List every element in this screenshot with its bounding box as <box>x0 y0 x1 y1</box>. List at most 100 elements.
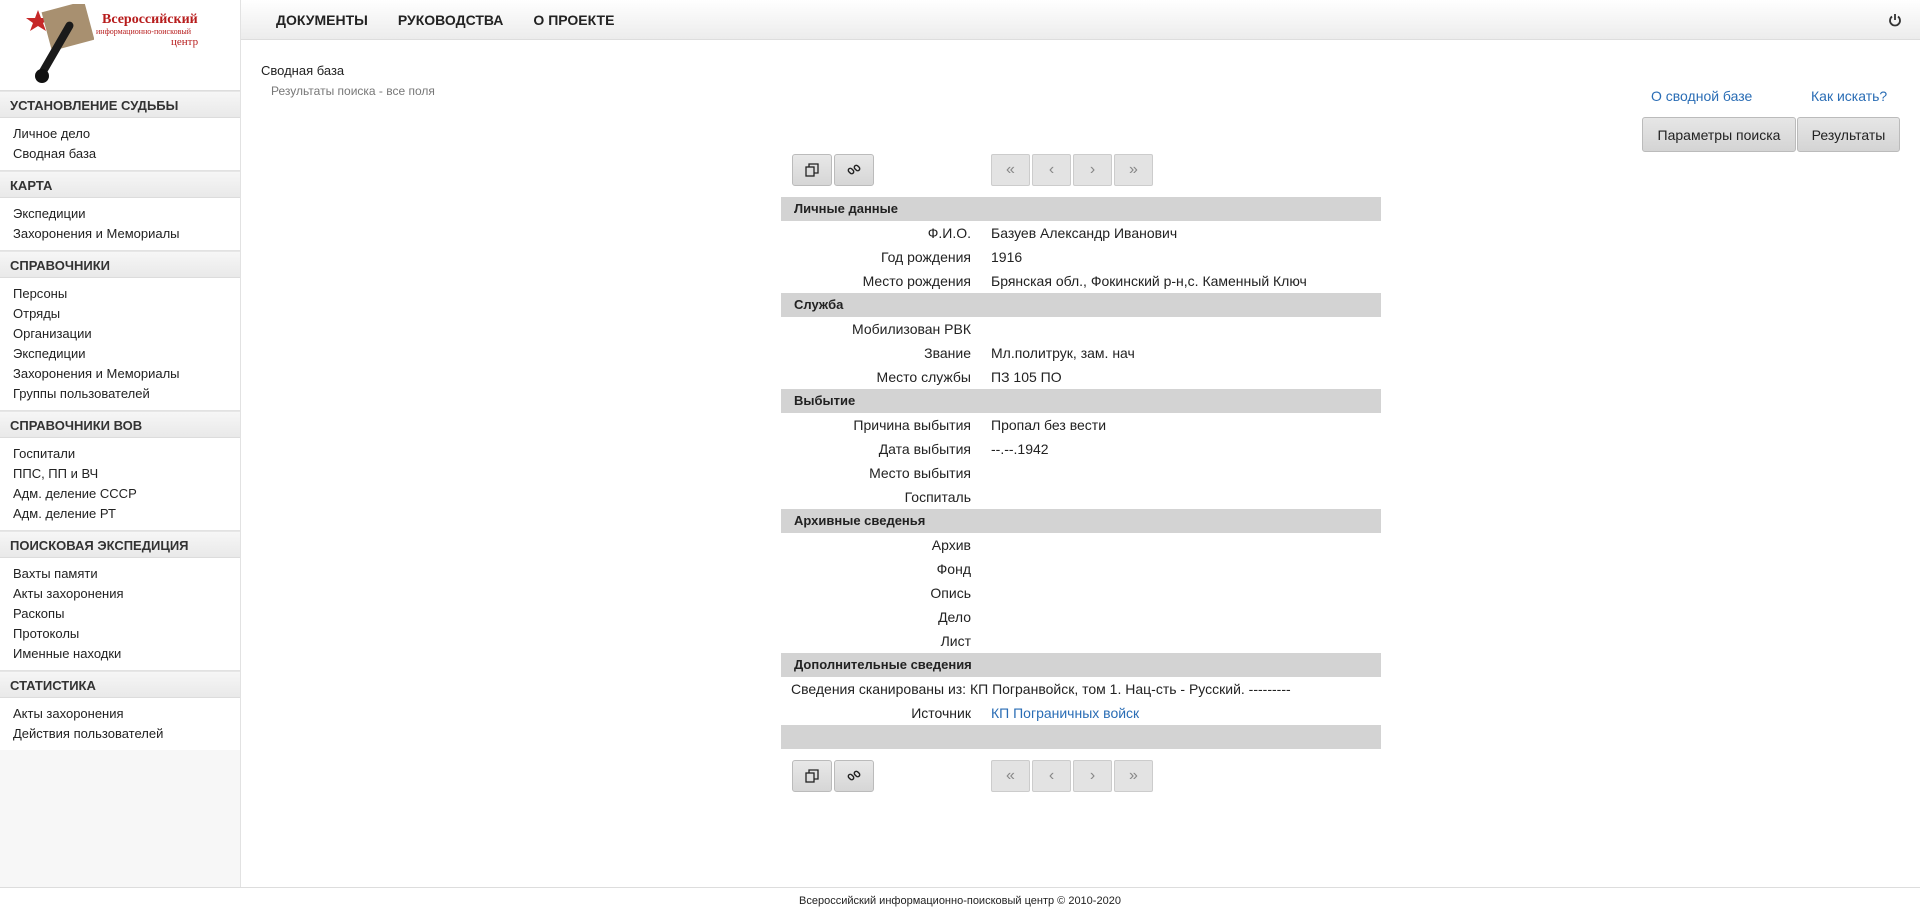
field-label: Ф.И.О. <box>927 225 971 241</box>
first-page-button[interactable]: « <box>991 154 1030 186</box>
row-leave-reason: Причина выбытия Пропал без вести <box>781 413 1381 437</box>
sidebar-section-search-expedition: ПОИСКОВАЯ ЭКСПЕДИЦИЯ Вахты памяти Акты з… <box>0 531 240 671</box>
field-label: Фонд <box>936 561 971 577</box>
prev-page-button-bottom[interactable]: ‹ <box>1032 760 1071 792</box>
logo[interactable]: Всероссийский информационно-поисковый це… <box>0 0 240 91</box>
group-personal: Личные данные <box>781 197 1381 221</box>
sidebar-item-adm-rt[interactable]: Адм. деление РТ <box>13 504 240 524</box>
row-delo: Дело <box>781 605 1381 629</box>
nav-documents[interactable]: ДОКУМЕНТЫ <box>276 12 368 28</box>
sidebar-section-title: УСТАНОВЛЕНИЕ СУДЬБЫ <box>0 91 240 118</box>
record-card: Личные данные Ф.И.О. Базуев Александр Ива… <box>781 197 1381 749</box>
sidebar-section-map: КАРТА Экспедиции Захоронения и Мемориалы <box>0 171 240 251</box>
row-source: Источник КП Пограничных войск <box>781 701 1381 725</box>
prev-page-button[interactable]: ‹ <box>1032 154 1071 186</box>
row-leave-date: Дата выбытия --.--.1942 <box>781 437 1381 461</box>
logo-emblem-icon <box>26 4 94 83</box>
field-value: Пропал без вести <box>991 417 1107 433</box>
row-archive: Архив <box>781 533 1381 557</box>
row-fond: Фонд <box>781 557 1381 581</box>
last-page-button-bottom[interactable]: » <box>1114 760 1153 792</box>
copy-icon <box>805 163 819 177</box>
sidebar-item-burials-ref[interactable]: Захоронения и Мемориалы <box>13 364 240 384</box>
link-button-bottom[interactable] <box>834 760 874 792</box>
row-list: Лист <box>781 629 1381 653</box>
sidebar-item-personal-file[interactable]: Личное дело <box>13 124 240 144</box>
row-birth-year: Год рождения 1916 <box>781 245 1381 269</box>
logo-title: Всероссийский <box>102 12 198 27</box>
field-label: Лист <box>940 633 971 649</box>
next-page-button-bottom[interactable]: › <box>1073 760 1112 792</box>
sidebar-section-title: СТАТИСТИКА <box>0 671 240 698</box>
field-value: --.--.1942 <box>991 441 1049 457</box>
sidebar-item-burials[interactable]: Захоронения и Мемориалы <box>13 224 240 244</box>
power-icon[interactable] <box>1888 13 1902 27</box>
row-unit: Место службы ПЗ 105 ПО <box>781 365 1381 389</box>
sidebar-section-statistics: СТАТИСТИКА Акты захоронения Действия пол… <box>0 671 240 750</box>
nav-about[interactable]: О ПРОЕКТЕ <box>533 12 614 28</box>
logo-center: центр <box>171 36 199 48</box>
group-extra: Дополнительные сведения <box>781 653 1381 677</box>
copy-icon <box>805 769 819 783</box>
field-value: Мл.политрук, зам. нач <box>991 345 1135 361</box>
group-service: Служба <box>781 293 1381 317</box>
sidebar-item-summary-base[interactable]: Сводная база <box>13 144 240 164</box>
row-scan-info: Сведения сканированы из: КП Погранвойск,… <box>791 681 1291 697</box>
sidebar-item-protocols[interactable]: Протоколы <box>13 624 240 644</box>
field-label: Звание <box>924 345 971 361</box>
sidebar-item-burial-acts[interactable]: Акты захоронения <box>13 584 240 604</box>
field-label: Источник <box>911 705 971 721</box>
sidebar-item-hospitals[interactable]: Госпитали <box>13 444 240 464</box>
field-value: 1916 <box>991 249 1023 265</box>
footer: Всероссийский информационно-поисковый це… <box>0 887 1920 917</box>
card-footer-bar <box>781 725 1381 749</box>
link-icon <box>847 164 861 175</box>
link-button[interactable] <box>834 154 874 186</box>
sidebar-item-persons[interactable]: Персоны <box>13 284 240 304</box>
sidebar-item-memory-watches[interactable]: Вахты памяти <box>13 564 240 584</box>
field-value: ПЗ 105 ПО <box>991 369 1062 385</box>
sidebar-section-references: СПРАВОЧНИКИ Персоны Отряды Организации Э… <box>0 251 240 411</box>
field-label: Мобилизован РВК <box>852 321 971 337</box>
source-link[interactable]: КП Пограничных войск <box>991 705 1139 721</box>
sidebar-item-organizations[interactable]: Организации <box>13 324 240 344</box>
sidebar-item-units[interactable]: ППС, ПП и ВЧ <box>13 464 240 484</box>
nav-guides[interactable]: РУКОВОДСТВА <box>398 12 504 28</box>
sidebar-section-fate: УСТАНОВЛЕНИЕ СУДЬБЫ Личное дело Сводная … <box>0 91 240 171</box>
row-leave-place: Место выбытия <box>781 461 1381 485</box>
row-rvk: Мобилизован РВК <box>781 317 1381 341</box>
sidebar: Всероссийский информационно-поисковый це… <box>0 0 241 887</box>
field-label: Место выбытия <box>869 465 971 481</box>
sidebar-item-expeditions[interactable]: Экспедиции <box>13 204 240 224</box>
field-value: Базуев Александр Иванович <box>991 225 1178 241</box>
sidebar-section-title: ПОИСКОВАЯ ЭКСПЕДИЦИЯ <box>0 531 240 558</box>
top-navbar: ДОКУМЕНТЫ РУКОВОДСТВА О ПРОЕКТЕ <box>241 0 1920 40</box>
field-label: Год рождения <box>880 249 971 265</box>
sidebar-section-title: СПРАВОЧНИКИ ВОВ <box>0 411 240 438</box>
results-button[interactable]: Результаты <box>1797 117 1900 152</box>
first-page-button-bottom[interactable]: « <box>991 760 1030 792</box>
search-params-button[interactable]: Параметры поиска <box>1642 117 1796 152</box>
sidebar-item-squads[interactable]: Отряды <box>13 304 240 324</box>
sidebar-item-user-groups[interactable]: Группы пользователей <box>13 384 240 404</box>
how-to-search-link[interactable]: Как искать? <box>1811 88 1887 104</box>
next-page-button[interactable]: › <box>1073 154 1112 186</box>
sidebar-item-excavations[interactable]: Раскопы <box>13 604 240 624</box>
sidebar-item-expeditions-ref[interactable]: Экспедиции <box>13 344 240 364</box>
field-label: Причина выбытия <box>853 417 971 433</box>
logo-subtitle: информационно-поисковый <box>96 27 191 36</box>
copy-button-bottom[interactable] <box>792 760 832 792</box>
row-fio: Ф.И.О. Базуев Александр Иванович <box>781 221 1381 245</box>
about-base-link[interactable]: О сводной базе <box>1651 88 1752 104</box>
field-label: Дата выбытия <box>878 441 971 457</box>
last-page-button[interactable]: » <box>1114 154 1153 186</box>
sidebar-section-ww2-references: СПРАВОЧНИКИ ВОВ Госпитали ППС, ПП и ВЧ А… <box>0 411 240 531</box>
sidebar-item-named-finds[interactable]: Именные находки <box>13 644 240 664</box>
copy-button[interactable] <box>792 154 832 186</box>
field-label: Место службы <box>876 369 971 385</box>
sidebar-item-user-actions[interactable]: Действия пользователей <box>13 724 240 744</box>
row-opis: Опись <box>781 581 1381 605</box>
sidebar-item-adm-ussr[interactable]: Адм. деление СССР <box>13 484 240 504</box>
field-label: Дело <box>938 609 971 625</box>
sidebar-item-stat-burial-acts[interactable]: Акты захоронения <box>13 704 240 724</box>
